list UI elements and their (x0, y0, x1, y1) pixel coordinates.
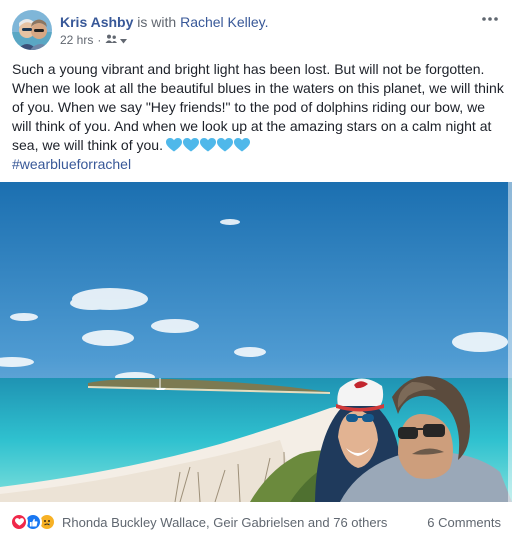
meta-separator: · (97, 33, 102, 47)
post-footer: Rhonda Buckley Wallace, Geir Gabrielsen … (0, 502, 512, 542)
blue-heart-emoji (233, 138, 250, 152)
audience-selector[interactable] (105, 32, 128, 48)
caption-text: Such a young vibrant and bright light ha… (12, 60, 504, 155)
blue-heart-emoji (182, 138, 199, 152)
love-reaction-icon (10, 513, 28, 531)
blue-heart-emojis (165, 138, 250, 152)
post-author-line: Kris Ashby is with Rachel Kelley. (60, 13, 269, 31)
post-timestamp[interactable]: 22 hrs (60, 32, 93, 48)
post-photo[interactable] (0, 182, 512, 502)
more-options-icon[interactable] (480, 12, 500, 26)
post-meta: 22 hrs · (60, 32, 128, 48)
reactors-summary[interactable]: Rhonda Buckley Wallace, Geir Gabrielsen … (62, 515, 387, 531)
reaction-icons[interactable] (10, 513, 56, 531)
post-header: Kris Ashby is with Rachel Kelley. 22 hrs… (12, 10, 500, 52)
hashtag-link[interactable]: #wearblueforrachel (12, 155, 504, 174)
tagged-user-link[interactable]: Rachel Kelley. (180, 14, 268, 30)
blue-heart-emoji (199, 138, 216, 152)
caption-body: Such a young vibrant and bright light ha… (12, 61, 504, 153)
friends-audience-icon (105, 32, 118, 48)
facebook-post: Kris Ashby is with Rachel Kelley. 22 hrs… (0, 0, 512, 542)
author-name-link[interactable]: Kris Ashby (60, 14, 133, 30)
blue-heart-emoji (165, 138, 182, 152)
author-avatar[interactable] (12, 10, 52, 50)
comments-count-link[interactable]: 6 Comments (427, 515, 501, 531)
blue-heart-emoji (216, 138, 233, 152)
post-caption: Such a young vibrant and bright light ha… (12, 60, 504, 174)
with-label: is with (137, 14, 177, 30)
chevron-down-icon (120, 32, 128, 48)
